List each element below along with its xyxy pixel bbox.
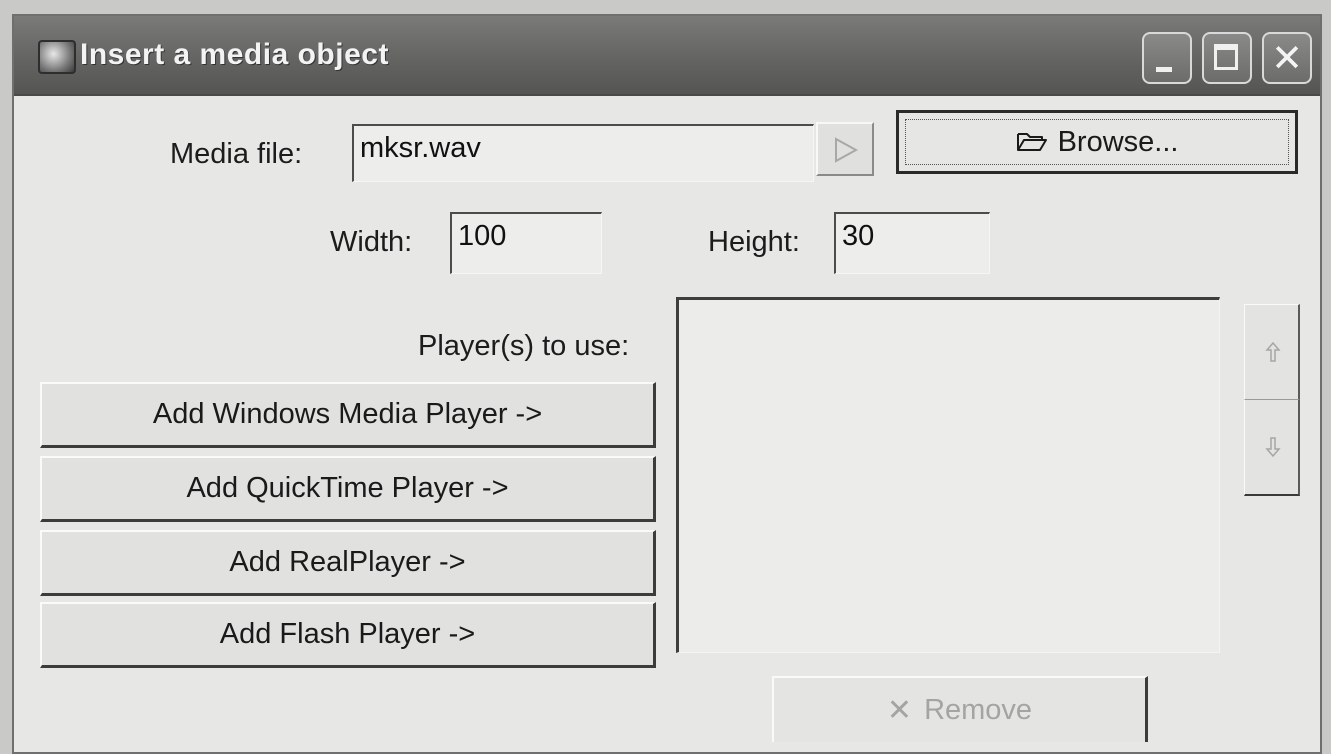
add-realplayer-button[interactable]: Add RealPlayer ->: [40, 530, 656, 596]
add-quicktime-player-button[interactable]: Add QuickTime Player ->: [40, 456, 656, 522]
maximize-button[interactable]: [1202, 32, 1252, 84]
media-file-label: Media file:: [170, 138, 303, 170]
browse-button-face: Browse...: [905, 119, 1289, 165]
close-button[interactable]: ✕: [1262, 32, 1312, 84]
folder-open-icon: [1016, 133, 1047, 151]
arrow-down-icon: [1265, 437, 1281, 458]
width-label: Width:: [330, 226, 413, 258]
move-up-button[interactable]: [1244, 304, 1300, 400]
media-app-icon: [38, 40, 76, 74]
window-title: Insert a media object: [80, 38, 389, 71]
height-label: Height:: [708, 226, 800, 258]
players-list[interactable]: [676, 297, 1220, 653]
players-label: Player(s) to use:: [418, 330, 630, 362]
height-input[interactable]: 30: [834, 212, 990, 274]
media-file-input[interactable]: mksr.wav: [352, 124, 814, 182]
remove-label: Remove: [924, 693, 1033, 726]
play-icon: [835, 137, 858, 163]
close-icon: ✕: [1271, 36, 1303, 80]
add-windows-media-player-button[interactable]: Add Windows Media Player ->: [40, 382, 656, 448]
title-bar[interactable]: Insert a media object ✕: [14, 16, 1320, 96]
move-down-button[interactable]: [1244, 400, 1300, 496]
browse-button[interactable]: Browse...: [896, 110, 1298, 174]
minimize-icon: [1144, 34, 1190, 82]
remove-x-icon: ✕: [886, 692, 913, 728]
maximize-icon: [1204, 34, 1250, 82]
play-button[interactable]: [816, 122, 874, 176]
width-input[interactable]: 100: [450, 212, 602, 274]
browse-label: Browse...: [1057, 125, 1179, 158]
remove-button[interactable]: ✕ Remove: [772, 676, 1148, 742]
add-flash-player-button[interactable]: Add Flash Player ->: [40, 602, 656, 668]
minimize-button[interactable]: [1142, 32, 1192, 84]
arrow-up-icon: [1265, 341, 1281, 362]
